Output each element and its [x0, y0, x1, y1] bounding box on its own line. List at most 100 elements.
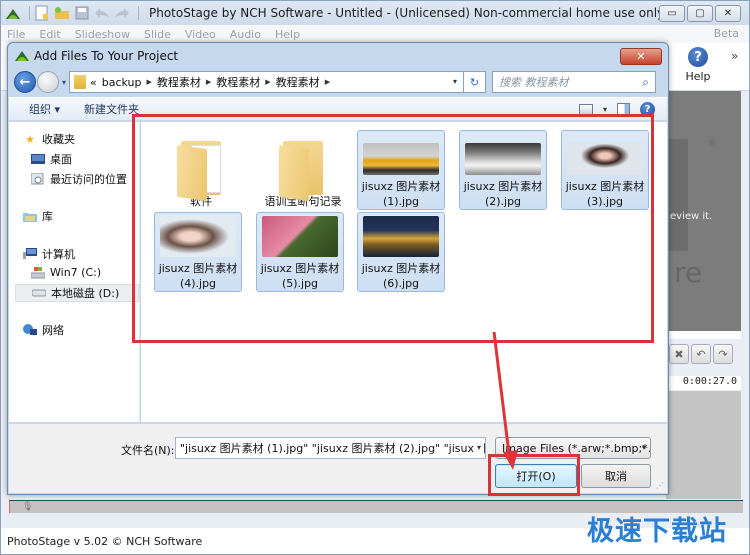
help-button[interactable]: ? Help: [681, 47, 715, 87]
file-name: jisuxz 图片素材 (6).jpg: [361, 262, 441, 290]
breadcrumb-folder-1[interactable]: 教程素材: [157, 74, 201, 90]
refresh-button[interactable]: ↻: [464, 71, 487, 93]
new-folder-button[interactable]: 新建文件夹: [84, 101, 139, 117]
timeline-area[interactable]: [666, 391, 741, 499]
menu-edit[interactable]: Edit: [39, 28, 60, 41]
menu-bar: File Edit Slideshow Slide Video Audio He…: [1, 25, 749, 43]
filename-dropdown[interactable]: ▾: [473, 443, 481, 452]
menu-video[interactable]: Video: [185, 28, 216, 41]
help-icon: ?: [688, 47, 708, 67]
recent-places-icon: [31, 173, 45, 185]
help-icon[interactable]: ?: [640, 102, 655, 117]
sidebar-item-drive-d[interactable]: 本地磁盘 (D:): [15, 284, 139, 302]
resize-grip[interactable]: ⋰: [656, 481, 664, 490]
more-tools-button[interactable]: »: [731, 49, 738, 63]
open-button[interactable]: 打开(O): [495, 464, 577, 488]
open-project-icon[interactable]: [54, 5, 70, 21]
system-drive-icon: [31, 266, 45, 279]
breadcrumb-folder-3[interactable]: 教程素材: [276, 74, 320, 90]
sidebar-item-favorites[interactable]: ★ 收藏夹: [23, 131, 75, 147]
toolbar-separator: [29, 6, 30, 20]
breadcrumb-separator[interactable]: ▶: [265, 78, 270, 86]
star-icon: ★: [25, 132, 35, 146]
folder-item[interactable]: 语训宝断句记录: [259, 130, 347, 210]
image-file-item[interactable]: jisuxz 图片素材 (3).jpg: [561, 130, 649, 210]
menu-slideshow[interactable]: Slideshow: [75, 28, 130, 41]
back-button[interactable]: ←: [14, 71, 36, 93]
breadcrumb-separator[interactable]: ▶: [206, 78, 211, 86]
menu-help[interactable]: Help: [275, 28, 300, 41]
breadcrumb-separator[interactable]: ▶: [147, 78, 152, 86]
sidebar-item-desktop[interactable]: 桌面: [31, 151, 72, 167]
dialog-footer: 文件名(N): "jisuxz 图片素材 (1).jpg" "jisuxz 图片…: [9, 423, 667, 493]
network-icon: [23, 324, 37, 336]
close-button[interactable]: ✕: [715, 5, 741, 22]
file-name: jisuxz 图片素材 (4).jpg: [158, 262, 238, 290]
sidebar-item-libraries[interactable]: 库: [23, 208, 53, 224]
filename-value: "jisuxz 图片素材 (1).jpg" "jisuxz 图片素材 (2).j…: [180, 442, 486, 455]
sidebar-item-network[interactable]: 网络: [23, 322, 64, 338]
app-logo-icon[interactable]: [5, 5, 21, 21]
address-dropdown[interactable]: ▾: [453, 77, 457, 86]
image-thumbnail: [160, 216, 236, 257]
image-file-item[interactable]: jisuxz 图片素材 (5).jpg: [256, 212, 344, 292]
image-thumbnail: [465, 143, 541, 175]
filename-label: 文件名(N):: [121, 444, 175, 457]
rotate-right-icon[interactable]: ↷: [713, 344, 733, 364]
folder-item[interactable]: 软件: [157, 130, 245, 210]
preview-watermark-text: re: [674, 256, 703, 289]
cancel-button[interactable]: 取消: [581, 464, 651, 488]
time-readout: 0:00:27.0: [666, 376, 741, 390]
preview-hint-text: eview it.: [670, 211, 713, 222]
folder-icon: [74, 75, 87, 89]
change-view-icon[interactable]: [578, 104, 593, 115]
file-type-value: Image Files (*.arw;*.bmp;*.cr: [502, 441, 651, 455]
address-bar[interactable]: « backup ▶ 教程素材 ▶ 教程素材 ▶ 教程素材 ▶ ▾: [69, 71, 465, 93]
history-dropdown[interactable]: ▾: [62, 78, 66, 87]
library-icon: [23, 210, 37, 222]
delete-icon[interactable]: ✖: [669, 344, 689, 364]
restore-button[interactable]: ▢: [687, 5, 713, 22]
search-icon[interactable]: ⌕: [642, 75, 649, 90]
sidebar-item-recent[interactable]: 最近访问的位置: [31, 171, 127, 187]
redo-icon[interactable]: [114, 5, 130, 21]
image-file-item[interactable]: jisuxz 图片素材 (2).jpg: [459, 130, 547, 210]
menu-file[interactable]: File: [7, 28, 25, 41]
view-dropdown[interactable]: ▾: [603, 105, 607, 114]
preview-panel: ® eview it. re: [666, 91, 741, 331]
breadcrumb-folder-2[interactable]: 教程素材: [216, 74, 260, 90]
menu-slide[interactable]: Slide: [144, 28, 171, 41]
sidebar-item-label: 本地磁盘 (D:): [51, 287, 120, 300]
menu-audio[interactable]: Audio: [230, 28, 261, 41]
sidebar-item-label: 桌面: [50, 153, 72, 166]
file-list: 软件 语训宝断句记录 jisuxz 图片素材 (1).jpg jisuxz 图片素…: [141, 122, 667, 422]
local-disk-icon: [32, 287, 46, 299]
new-project-icon[interactable]: [34, 5, 50, 21]
search-placeholder: 搜索 教程素材: [499, 76, 569, 89]
dialog-close-button[interactable]: ✕: [620, 48, 662, 65]
image-thumbnail: [363, 216, 439, 257]
sidebar-item-computer[interactable]: 计算机: [23, 246, 75, 262]
toolbar-separator: [138, 6, 139, 20]
image-file-item[interactable]: jisuxz 图片素材 (6).jpg: [357, 212, 445, 292]
breadcrumb-backup[interactable]: backup: [102, 76, 142, 89]
dialog-app-icon: [14, 48, 30, 65]
forward-button[interactable]: [37, 71, 59, 93]
breadcrumb-separator[interactable]: ▶: [325, 78, 330, 86]
search-input[interactable]: 搜索 教程素材 ⌕: [492, 71, 657, 93]
image-file-item[interactable]: jisuxz 图片素材 (4).jpg: [154, 212, 242, 292]
breadcrumb-overflow[interactable]: «: [90, 76, 97, 89]
image-file-item[interactable]: jisuxz 图片素材 (1).jpg: [357, 130, 445, 210]
rotate-left-icon[interactable]: ↶: [691, 344, 711, 364]
filename-input[interactable]: "jisuxz 图片素材 (1).jpg" "jisuxz 图片素材 (2).j…: [175, 437, 486, 459]
file-name: jisuxz 图片素材 (1).jpg: [361, 180, 441, 208]
file-type-select[interactable]: Image Files (*.arw;*.bmp;*.cr ▾: [495, 437, 651, 459]
organize-button[interactable]: 组织 ▾: [29, 101, 60, 117]
file-type-dropdown[interactable]: ▾: [639, 443, 646, 452]
preview-pane-icon[interactable]: [617, 102, 630, 117]
minimize-button[interactable]: ▭: [659, 5, 685, 22]
sidebar-item-drive-c[interactable]: Win7 (C:): [31, 266, 101, 279]
undo-icon[interactable]: [94, 5, 110, 21]
save-icon[interactable]: [74, 5, 90, 21]
view-controls: ▾ ?: [578, 102, 655, 117]
